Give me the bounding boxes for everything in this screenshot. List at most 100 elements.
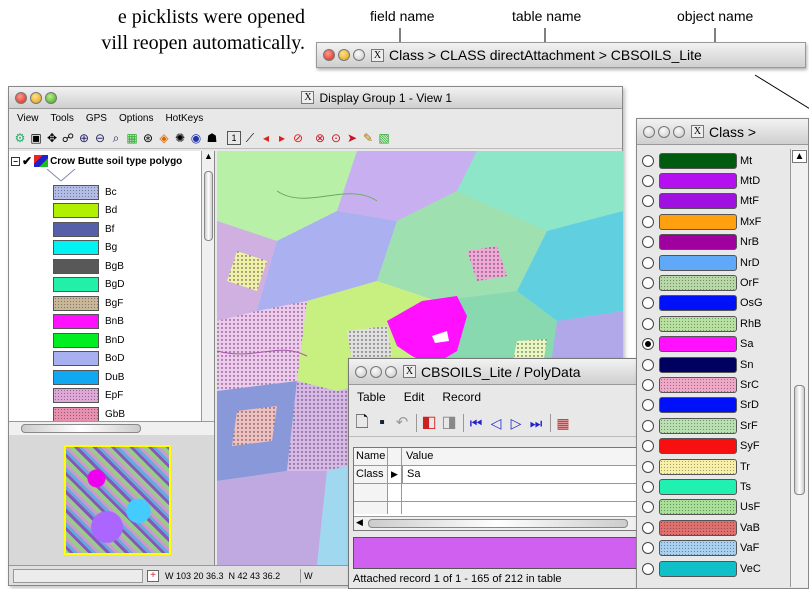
class-item[interactable]: OrF — [637, 273, 787, 292]
class-radio[interactable] — [642, 195, 654, 208]
prev-record-icon[interactable]: ◁ — [487, 416, 505, 430]
class-item[interactable]: SrF — [637, 416, 787, 435]
next-record-icon[interactable]: ▷ — [507, 416, 525, 430]
layers-icon[interactable]: ◈ — [157, 131, 171, 145]
legend-item[interactable]: BoD — [53, 350, 124, 368]
class-radio[interactable] — [642, 256, 654, 269]
pointer-icon[interactable]: ➤ — [345, 131, 359, 145]
class-item[interactable]: VaF — [637, 539, 787, 558]
frame-icon[interactable]: ▣ — [29, 131, 43, 145]
legend-item[interactable]: Bd — [53, 202, 117, 220]
new-record-icon[interactable]: 🗋 — [353, 414, 371, 430]
class-item[interactable]: Ts — [637, 477, 787, 496]
class-item[interactable]: VeC — [637, 559, 787, 578]
edit-icon[interactable]: ▧ — [377, 131, 391, 145]
last-record-icon[interactable]: ⏭ — [527, 416, 545, 430]
menu-table[interactable]: Table — [357, 390, 386, 404]
class-item[interactable]: UsF — [637, 498, 787, 517]
class-radio[interactable] — [642, 480, 654, 493]
zoom-icon[interactable] — [353, 49, 365, 61]
class-radio[interactable] — [642, 276, 654, 289]
legend-item[interactable]: BnB — [53, 313, 124, 331]
fit-icon[interactable]: ▦ — [125, 131, 139, 145]
zoom-icon[interactable] — [385, 365, 397, 378]
attach-icon[interactable]: ◧ — [420, 414, 438, 430]
menu-view[interactable]: View — [17, 113, 39, 124]
zoom-icon[interactable] — [673, 125, 685, 138]
legend-item[interactable]: BgF — [53, 294, 123, 312]
close-icon[interactable] — [643, 125, 655, 138]
scale-icon[interactable]: 1 — [227, 130, 241, 145]
pencil-icon[interactable]: ✎ — [361, 131, 375, 145]
close-icon[interactable] — [355, 365, 367, 378]
table-view-icon[interactable]: ▦ — [554, 416, 572, 430]
class-item[interactable]: SrC — [637, 375, 787, 394]
stop-icon[interactable]: ⊗ — [313, 131, 327, 145]
grid-row[interactable]: Class ▶ Sa — [354, 466, 648, 484]
class-radio[interactable] — [642, 562, 654, 575]
ruler-icon[interactable]: ⟋ — [243, 131, 257, 145]
globe-icon[interactable]: ⊛ — [141, 131, 155, 145]
legend-item[interactable]: BnD — [53, 331, 124, 349]
menu-record[interactable]: Record — [442, 390, 481, 404]
save-icon[interactable]: ▪ — [373, 414, 391, 430]
legend-item[interactable]: Bf — [53, 220, 114, 238]
back-icon[interactable]: ◂ — [259, 131, 273, 145]
class-radio[interactable] — [642, 358, 654, 371]
detach-icon[interactable]: ◨ — [440, 414, 458, 430]
class-radio[interactable] — [642, 521, 654, 534]
class-scrollbar[interactable]: ▲ — [790, 149, 808, 587]
legend-item[interactable]: BgB — [53, 257, 124, 275]
class-radio[interactable] — [642, 378, 654, 391]
legend-item[interactable]: DuB — [53, 368, 124, 386]
class-radio[interactable] — [642, 317, 654, 330]
close-icon[interactable] — [15, 91, 27, 104]
class-item[interactable]: NrB — [637, 233, 787, 252]
class-radio[interactable] — [642, 440, 654, 453]
class-item[interactable]: Mt — [637, 151, 787, 170]
menu-gps[interactable]: GPS — [86, 113, 107, 124]
cancel-icon[interactable]: ⊘ — [291, 131, 305, 145]
class-item[interactable]: OsG — [637, 294, 787, 313]
class-item[interactable]: MtD — [637, 171, 787, 190]
zoom-icon[interactable] — [45, 91, 57, 104]
legend-scroll-thumb[interactable] — [204, 171, 213, 241]
zoom-out-icon[interactable]: ⊖ — [93, 131, 107, 145]
zoom-in-icon[interactable]: ⊕ — [77, 131, 91, 145]
link-icon[interactable]: ☍ — [61, 131, 75, 145]
class-radio[interactable] — [642, 501, 654, 514]
class-radio[interactable] — [642, 154, 654, 167]
sphere-icon[interactable]: ◉ — [189, 131, 203, 145]
legend-hscroll-thumb[interactable] — [21, 424, 141, 433]
class-radio[interactable] — [642, 542, 654, 555]
minimize-icon[interactable] — [338, 49, 350, 61]
class-radio[interactable] — [642, 236, 654, 249]
legend-item[interactable]: Bc — [53, 183, 117, 201]
minimize-icon[interactable] — [658, 125, 670, 138]
terrain-icon[interactable]: ☗ — [205, 131, 219, 145]
collapse-icon[interactable]: − — [11, 156, 20, 166]
overview-frame[interactable] — [64, 445, 171, 555]
class-item[interactable]: MtF — [637, 192, 787, 211]
scroll-up-icon[interactable]: ▲ — [792, 150, 807, 163]
legend-item[interactable]: EpF — [53, 387, 123, 405]
class-radio[interactable] — [642, 338, 654, 351]
class-item[interactable]: VaB — [637, 518, 787, 537]
class-radio[interactable] — [642, 399, 654, 412]
scroll-up-icon[interactable]: ▲ — [202, 151, 214, 161]
class-radio[interactable] — [642, 215, 654, 228]
menu-options[interactable]: Options — [119, 113, 153, 124]
class-radio[interactable] — [642, 419, 654, 432]
sun-icon[interactable]: ✺ — [173, 131, 187, 145]
minimize-icon[interactable] — [370, 365, 382, 378]
minimize-icon[interactable] — [30, 91, 42, 104]
class-item[interactable]: NrD — [637, 253, 787, 272]
class-radio[interactable] — [642, 297, 654, 310]
row-value-cell[interactable]: Sa — [402, 466, 420, 483]
legend-item[interactable]: BgD — [53, 276, 124, 294]
legend-scrollbar[interactable]: ▲ — [201, 151, 214, 421]
close-icon[interactable] — [323, 49, 335, 61]
pan-icon[interactable]: ✥ — [45, 131, 59, 145]
forward-icon[interactable]: ▸ — [275, 131, 289, 145]
class-item[interactable]: Sa — [637, 335, 787, 354]
